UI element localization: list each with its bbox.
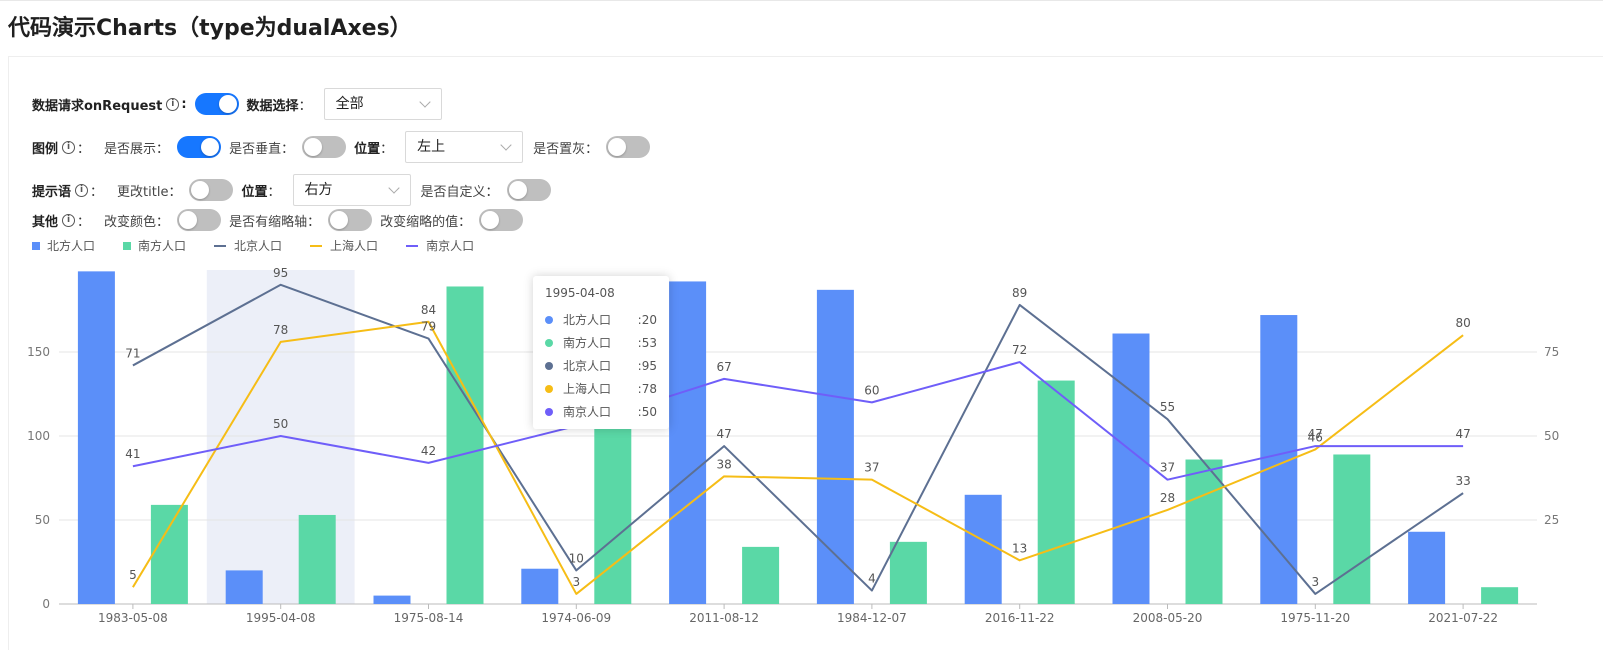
tooltip-row: 南京人口: 50: [545, 400, 657, 423]
x-axis-tick-label: 1983-05-08: [98, 611, 168, 625]
bar-south: [1185, 459, 1223, 604]
data-label-shanghai: 28: [1160, 491, 1175, 505]
bar-north: [77, 271, 115, 604]
chart-tooltip: 1995-04-08 北方人口: 20 南方人口: 53 北京人口: 95 上海…: [533, 276, 669, 429]
data-label-beijing: 47: [716, 427, 731, 441]
data-label-nanjing: 50: [273, 417, 288, 431]
bar-north: [1408, 531, 1446, 604]
data-label-nanjing: 60: [864, 383, 879, 397]
bar-south: [594, 422, 632, 604]
bar-south: [889, 541, 927, 604]
left-axis-tick-label: 0: [42, 597, 50, 611]
bar-north: [373, 595, 411, 604]
data-label-shanghai: 78: [273, 323, 288, 337]
bar-north: [816, 289, 854, 604]
data-label-beijing: 33: [1455, 474, 1470, 488]
tooltip-series-value: 53: [641, 335, 657, 350]
dual-axes-chart[interactable]: 0 50 100 150 25 50 75 1983-05-08 1995-04-08 1975-…: [0, 0, 1603, 650]
right-axis-tick-label: 25: [1544, 513, 1559, 527]
data-label-beijing: 95: [273, 266, 288, 280]
bar-south: [298, 514, 336, 604]
data-label-shanghai: 13: [1012, 541, 1027, 555]
tooltip-row: 南方人口: 53: [545, 331, 657, 354]
data-label-shanghai: 5: [129, 568, 137, 582]
tooltip-row: 上海人口: 78: [545, 377, 657, 400]
data-label-shanghai: 84: [421, 303, 436, 317]
bar-north: [225, 570, 263, 604]
bar-south: [446, 286, 484, 604]
x-axis-tick-label: 2016-11-22: [985, 611, 1055, 625]
tooltip-series-value: 95: [641, 358, 657, 373]
data-label-beijing: 79: [421, 320, 436, 334]
data-label-shanghai: 80: [1455, 316, 1470, 330]
tooltip-series-value: 50: [641, 404, 657, 419]
data-label-nanjing: 37: [1160, 461, 1175, 475]
tooltip-series-name: 南京人口: [563, 405, 612, 419]
data-label-nanjing: 42: [421, 444, 436, 458]
x-axis-tick-label: 1975-08-14: [394, 611, 464, 625]
tooltip-dot: [545, 338, 553, 347]
bar-north: [669, 281, 707, 604]
left-axis-tick-label: 50: [35, 513, 50, 527]
data-label-shanghai: 38: [716, 457, 731, 471]
tooltip-series-name: 南方人口: [563, 336, 612, 350]
data-label-shanghai: 3: [572, 575, 580, 589]
tooltip-series-name: 北方人口: [563, 313, 612, 327]
bar-south: [150, 504, 188, 604]
x-axis-tick-label: 2011-08-12: [689, 611, 759, 625]
bar-south: [1481, 587, 1519, 604]
data-label-beijing: 3: [1311, 575, 1319, 589]
bar-north: [1112, 333, 1150, 604]
data-label-nanjing: 72: [1012, 343, 1027, 357]
x-axis-tick-label: 2008-05-20: [1133, 611, 1203, 625]
bar-north: [964, 494, 1002, 604]
bar-south: [1333, 454, 1371, 604]
data-label-beijing: 4: [868, 572, 876, 586]
data-label-nanjing: 67: [716, 360, 731, 374]
x-axis-tick-label: 1974-06-09: [541, 611, 611, 625]
x-axis-tick-label: 1995-04-08: [246, 611, 316, 625]
tooltip-row: 北方人口: 20: [545, 308, 657, 331]
data-label-nanjing: 47: [1455, 427, 1470, 441]
x-axis-tick-label: 1984-12-07: [837, 611, 907, 625]
x-axis-tick-label: 1975-11-20: [1280, 611, 1350, 625]
bar-north: [521, 568, 559, 604]
left-axis-tick-label: 100: [27, 429, 50, 443]
data-label-nanjing: 41: [125, 447, 140, 461]
data-label-beijing: 89: [1012, 286, 1027, 300]
left-axis-tick-label: 150: [27, 345, 50, 359]
tooltip-series-name: 上海人口: [563, 382, 612, 396]
data-label-nanjing: 47: [1308, 427, 1323, 441]
data-label-shanghai: 37: [864, 461, 879, 475]
right-axis-tick-label: 75: [1544, 345, 1559, 359]
data-label-beijing: 10: [569, 551, 584, 565]
x-axis-tick-label: 2021-07-22: [1428, 611, 1498, 625]
tooltip-dot: [545, 407, 553, 416]
tooltip-dot: [545, 361, 553, 370]
data-label-beijing: 55: [1160, 400, 1175, 414]
tooltip-row: 北京人口: 95: [545, 354, 657, 377]
bar-south: [1037, 380, 1075, 604]
tooltip-series-value: 78: [641, 381, 657, 396]
tooltip-dot: [545, 315, 553, 324]
right-axis-tick-label: 50: [1544, 429, 1559, 443]
tooltip-title: 1995-04-08: [545, 286, 615, 300]
tooltip-dot: [545, 384, 553, 393]
tooltip-series-name: 北京人口: [563, 359, 612, 373]
tooltip-series-value: 20: [641, 312, 657, 327]
bar-south: [742, 546, 780, 604]
data-label-beijing: 71: [125, 346, 140, 360]
